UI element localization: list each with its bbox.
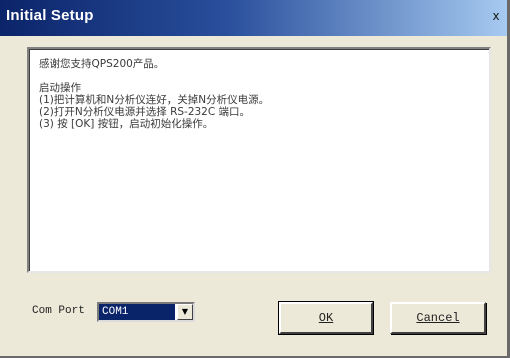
com-port-selected-value[interactable]: COM1: [99, 304, 175, 320]
message-line: (1)把计算机和N分析仪连好，关掉N分析仪电源。: [39, 94, 270, 106]
message-line: 感谢您支持QPS200产品。: [39, 58, 165, 70]
page: Initial Setup x 感谢您支持QPS200产品。 启动操作 (1)把…: [0, 0, 510, 358]
initial-setup-dialog: Initial Setup x 感谢您支持QPS200产品。 启动操作 (1)把…: [0, 0, 510, 358]
ok-button[interactable]: OK: [278, 301, 374, 335]
instructions-text-box: 感谢您支持QPS200产品。 启动操作 (1)把计算机和N分析仪连好，关掉N分析…: [27, 47, 491, 273]
window-title: Initial Setup: [6, 7, 94, 24]
message-line: (3) 按 [OK] 按钮，启动初始化操作。: [39, 118, 214, 130]
com-port-label: Com Port: [32, 305, 85, 317]
close-icon[interactable]: x: [489, 9, 503, 23]
com-port-select[interactable]: COM1 ▼: [97, 302, 195, 322]
message-line: (2)打开N分析仪电源并选择 RS-232C 端口。: [39, 106, 251, 118]
message-line: 启动操作: [39, 82, 81, 94]
title-bar[interactable]: Initial Setup x: [0, 0, 507, 36]
cancel-button-label: Cancel: [416, 311, 460, 325]
cancel-button[interactable]: Cancel: [390, 302, 486, 334]
ok-button-label: OK: [318, 311, 334, 325]
chevron-down-icon[interactable]: ▼: [177, 304, 193, 320]
